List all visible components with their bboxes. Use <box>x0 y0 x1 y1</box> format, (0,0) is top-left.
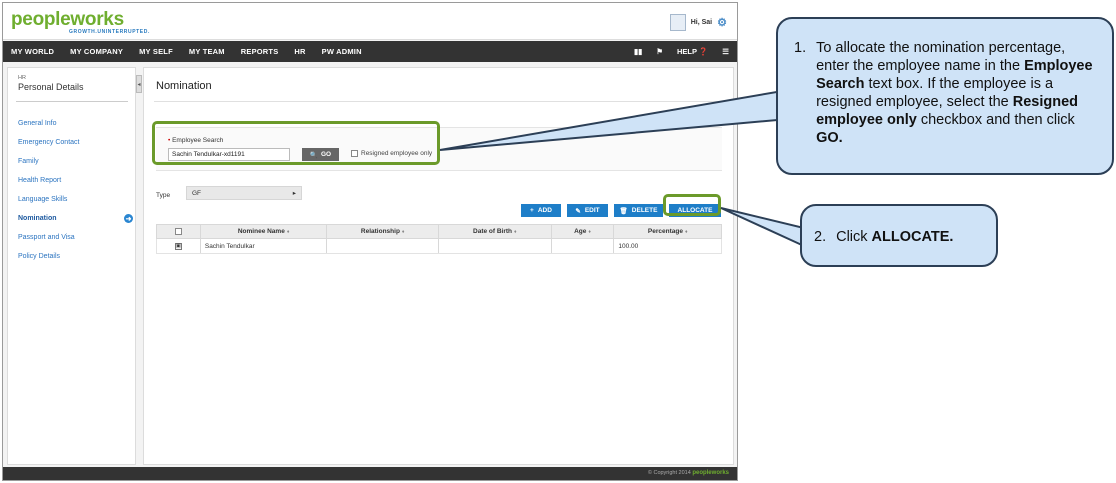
nav-item-my-world[interactable]: MY WORLD <box>3 47 62 56</box>
cell-percentage: 100.00 <box>618 242 639 250</box>
chevron-down-icon: ▸ <box>292 190 296 197</box>
user-greeting: Hi, Sai <box>690 19 713 26</box>
app-window: peopleworks GROWTH.UNINTERRUPTED. Hi, Sa… <box>2 2 738 481</box>
type-select[interactable]: GF ▸ <box>186 186 302 200</box>
sidebar-header: HR Personal Details <box>8 68 135 92</box>
select-all-checkbox[interactable] <box>157 225 201 238</box>
footer: © Copyright 2014 peopleworks <box>3 467 737 480</box>
sort-icon: ♦ <box>286 228 290 235</box>
cell-age <box>552 239 615 253</box>
nav-right-tools: ▮▮ ⚑ HELP ❓ ☰ <box>634 41 729 62</box>
book-icon[interactable]: ▮▮ <box>634 47 642 56</box>
help-link[interactable]: HELP ❓ <box>677 47 708 56</box>
sidebar-item-emergency-contact[interactable]: Emergency Contact <box>18 133 133 152</box>
sidebar-item-nomination[interactable]: Nomination ➜ <box>18 209 133 228</box>
row-checkbox-icon[interactable]: ▣ <box>174 242 182 250</box>
app-logo[interactable]: peopleworks GROWTH.UNINTERRUPTED. <box>11 9 150 35</box>
chevron-left-icon: ◂ <box>137 81 141 88</box>
step1-text: To allocate the nomination percentage, e… <box>816 40 1093 146</box>
sort-icon: ♦ <box>401 228 405 235</box>
top-header: peopleworks GROWTH.UNINTERRUPTED. Hi, Sa… <box>3 3 737 40</box>
trash-icon: 🗑 <box>619 207 628 215</box>
footer-logo: peopleworks <box>692 470 729 476</box>
checkbox[interactable] <box>174 228 182 235</box>
column-header-age[interactable]: Age ♦ <box>552 225 615 238</box>
column-header-percentage[interactable]: Percentage ♦ <box>614 225 721 238</box>
table-header: Nominee Name ♦ Relationship ♦ Date of Birt… <box>156 224 722 239</box>
sidebar-section-label: HR <box>18 75 26 81</box>
main-nav: MY WORLD MY COMPANY MY SELF MY TEAM REPO… <box>3 41 737 62</box>
sidebar-item-policy-details[interactable]: Policy Details <box>18 247 133 266</box>
title-divider <box>154 101 722 102</box>
gear-icon[interactable]: ⚙ <box>717 16 727 29</box>
allocate-highlight <box>663 194 721 216</box>
type-label: Type <box>156 192 171 199</box>
sidebar: HR Personal Details General Info Emergen… <box>7 67 136 465</box>
nav-item-my-self[interactable]: MY SELF <box>131 47 181 56</box>
nav-item-my-team[interactable]: MY TEAM <box>181 47 233 56</box>
column-header-relationship[interactable]: Relationship ♦ <box>327 225 439 238</box>
step2-text: Click ALLOCATE. <box>836 229 954 245</box>
sort-icon: ♦ <box>684 228 688 235</box>
avatar[interactable] <box>669 14 686 31</box>
page-title: Nomination <box>156 80 212 92</box>
sidebar-item-passport-and-visa[interactable]: Passport and Visa <box>18 228 133 247</box>
nav-item-my-company[interactable]: MY COMPANY <box>62 47 131 56</box>
flag-icon[interactable]: ⚑ <box>656 47 663 56</box>
step-number: 2. <box>814 229 827 245</box>
nomination-table: Nominee Name ♦ Relationship ♦ Date of Birt… <box>156 224 722 254</box>
sidebar-item-health-report[interactable]: Health Report <box>18 171 133 190</box>
required-fields-note: ● Required Fields <box>677 108 721 114</box>
sidebar-list: General Info Emergency Contact Family He… <box>18 114 133 266</box>
user-menu[interactable]: Hi, Sai ⚙ <box>669 14 727 31</box>
table-row[interactable]: ▣ Sachin Tendulkar 100.00 <box>156 239 722 254</box>
sidebar-item-family[interactable]: Family <box>18 152 133 171</box>
sidebar-item-language-skills[interactable]: Language Skills <box>18 190 133 209</box>
instruction-callout-step1: 1. To allocate the nomination percentage… <box>776 17 1114 175</box>
pencil-icon: ✎ <box>575 207 581 215</box>
sidebar-collapse-button[interactable]: ◂ <box>136 75 142 93</box>
row-select[interactable]: ▣ <box>157 239 201 253</box>
add-button[interactable]: + ADD <box>521 204 561 217</box>
instruction-callout-step2: 2. Click ALLOCATE. <box>800 204 998 267</box>
cell-nominee-name: Sachin Tendulkar <box>201 239 328 253</box>
sidebar-title: Personal Details <box>18 82 84 92</box>
nav-item-pw-admin[interactable]: PW ADMIN <box>314 47 370 56</box>
arrow-right-icon: ➜ <box>124 214 133 223</box>
employee-search-highlight <box>152 121 440 165</box>
column-header-date-of-birth[interactable]: Date of Birth ♦ <box>439 225 552 238</box>
delete-button[interactable]: 🗑 DELETE <box>614 204 663 217</box>
copyright-text: © Copyright 2014 peopleworks <box>647 470 729 476</box>
sidebar-divider <box>16 101 128 102</box>
cell-relationship <box>327 239 439 253</box>
sidebar-item-general-info[interactable]: General Info <box>18 114 133 133</box>
step-number: 1. <box>794 40 807 56</box>
sort-icon: ♦ <box>514 228 517 235</box>
menu-toggle-icon[interactable]: ☰ <box>722 47 729 56</box>
column-header-nominee-name[interactable]: Nominee Name ♦ <box>201 225 328 238</box>
required-star: ● <box>677 108 681 114</box>
nav-item-reports[interactable]: REPORTS <box>233 47 287 56</box>
help-icon: ❓ <box>698 47 709 56</box>
plus-icon: + <box>530 207 534 214</box>
sort-icon: ♦ <box>588 228 591 235</box>
edit-button[interactable]: ✎ EDIT <box>567 204 608 217</box>
cell-date-of-birth <box>439 239 552 253</box>
nav-item-hr[interactable]: HR <box>286 47 313 56</box>
